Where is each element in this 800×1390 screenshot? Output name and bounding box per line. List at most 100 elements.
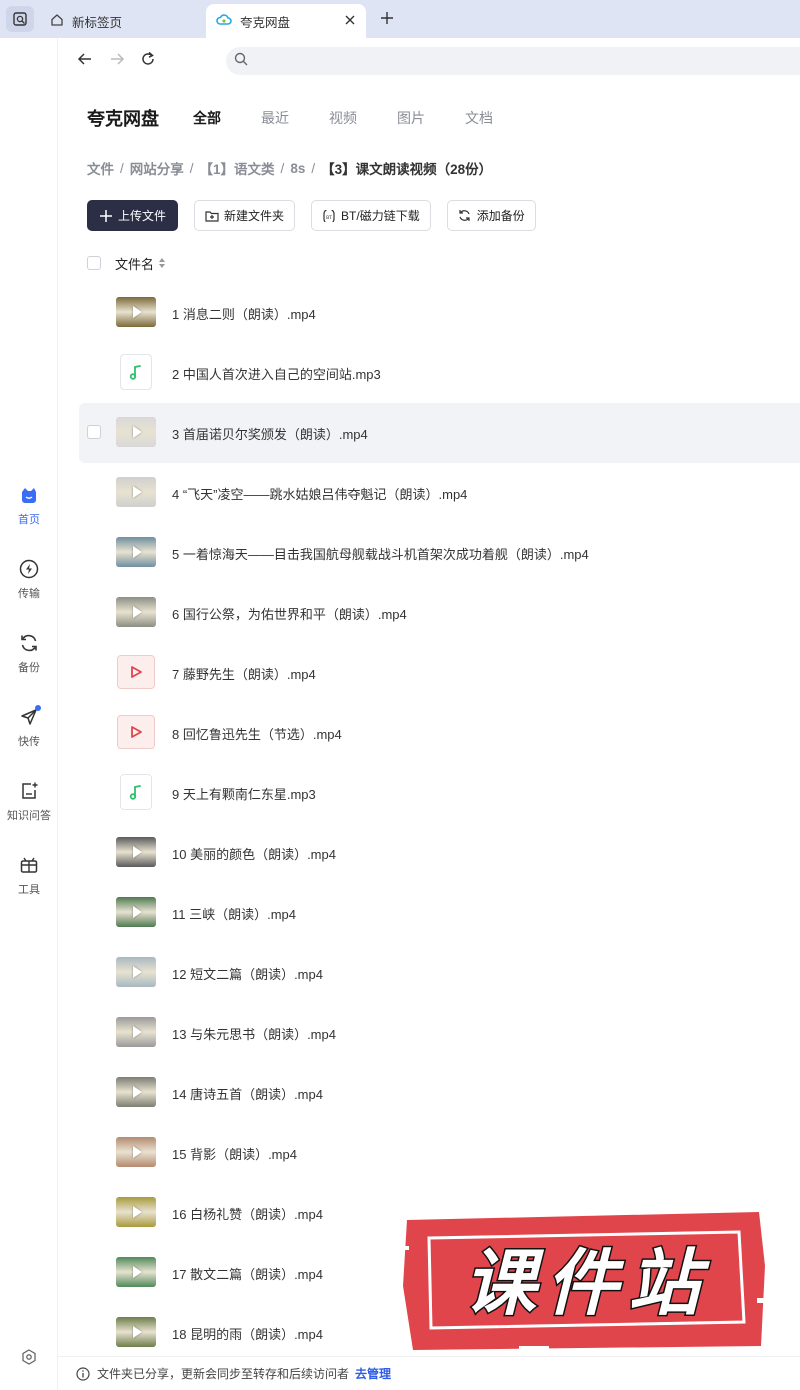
sidebar-item-label: 备份 bbox=[18, 662, 40, 674]
video-thumbnail bbox=[116, 1077, 156, 1107]
tab-image[interactable]: 图片 bbox=[397, 108, 425, 128]
file-row[interactable]: 10 美丽的颜色（朗读）.mp4 bbox=[79, 823, 800, 883]
play-icon bbox=[133, 1086, 142, 1098]
arrow-right-icon bbox=[109, 51, 125, 72]
tab-recent[interactable]: 最近 bbox=[261, 108, 289, 128]
file-row[interactable]: 4 “飞天”凌空——跳水姑娘吕伟夺魁记（朗读）.mp4 bbox=[79, 463, 800, 523]
breadcrumb-separator: / bbox=[311, 160, 316, 176]
bt-download-button[interactable]: BT BT/磁力链下载 bbox=[311, 200, 431, 231]
file-name: 13 与朱元思书（朗读）.mp4 bbox=[172, 1026, 336, 1042]
magnet-icon: BT bbox=[322, 209, 336, 223]
cloud-icon bbox=[216, 13, 232, 30]
play-icon bbox=[133, 426, 142, 438]
sidebar-item-transfer[interactable]: 传输 bbox=[0, 558, 58, 614]
sidebar-item-tools[interactable]: 工具 bbox=[0, 854, 58, 910]
file-row[interactable]: 1 消息二则（朗读）.mp4 bbox=[79, 283, 800, 343]
file-name: 12 短文二篇（朗读）.mp4 bbox=[172, 966, 323, 982]
play-icon bbox=[133, 906, 142, 918]
home-icon bbox=[50, 13, 64, 30]
add-backup-button[interactable]: 添加备份 bbox=[446, 200, 536, 231]
play-icon bbox=[133, 1206, 142, 1218]
file-row[interactable]: 8 回忆鲁迅先生（节选）.mp4 bbox=[79, 703, 800, 763]
play-icon bbox=[133, 486, 142, 498]
column-file-name[interactable]: 文件名 bbox=[115, 254, 154, 273]
file-name: 10 美丽的颜色（朗读）.mp4 bbox=[172, 846, 336, 862]
sidebar-item-qa[interactable]: 知识问答 bbox=[0, 780, 58, 836]
sidebar-item-label: 快传 bbox=[18, 736, 40, 748]
back-button[interactable] bbox=[74, 50, 96, 72]
sidebar-item-quick-send[interactable]: 快传 bbox=[0, 705, 58, 762]
file-name: 18 昆明的雨（朗读）.mp4 bbox=[172, 1326, 323, 1342]
settings-button[interactable] bbox=[19, 1348, 39, 1369]
breadcrumb-separator: / bbox=[189, 160, 194, 176]
address-bar[interactable] bbox=[226, 47, 800, 75]
file-name: 7 藤野先生（朗读）.mp4 bbox=[172, 666, 316, 682]
new-folder-button[interactable]: 新建文件夹 bbox=[194, 200, 296, 231]
tab-quark-drive[interactable]: 夸克网盘 bbox=[206, 4, 366, 38]
breadcrumb-item[interactable]: 8s bbox=[290, 161, 305, 176]
row-checkbox[interactable] bbox=[87, 425, 101, 439]
file-row[interactable]: 3 首届诺贝尔奖颁发（朗读）.mp4 bbox=[79, 403, 800, 463]
sidebar-item-label: 知识问答 bbox=[7, 810, 51, 822]
video-thumbnail bbox=[116, 1017, 156, 1047]
tab-search-icon[interactable] bbox=[6, 6, 34, 32]
video-file-icon bbox=[117, 655, 155, 689]
folder-add-icon bbox=[205, 209, 219, 223]
sidebar-item-home[interactable]: 首页 bbox=[0, 484, 58, 540]
new-tab-button[interactable] bbox=[376, 9, 398, 31]
transfer-icon bbox=[18, 558, 40, 580]
file-name: 8 回忆鲁迅先生（节选）.mp4 bbox=[172, 726, 342, 742]
share-status-bar: 文件夹已分享，更新会同步至转存和后续访问者 去管理 bbox=[58, 1356, 800, 1390]
play-icon bbox=[133, 306, 142, 318]
svg-text:BT: BT bbox=[326, 215, 332, 221]
reload-icon bbox=[140, 51, 156, 72]
tab-title: 夸克网盘 bbox=[240, 15, 291, 30]
file-row[interactable]: 9 天上有颗南仁东星.mp3 bbox=[79, 763, 800, 823]
play-icon bbox=[133, 846, 142, 858]
tab-video[interactable]: 视频 bbox=[329, 108, 357, 128]
file-name: 2 中国人首次进入自己的空间站.mp3 bbox=[172, 366, 381, 382]
app-sidebar: 首页 传输 备份 快传 知识问答 工具 bbox=[0, 38, 58, 1390]
file-row[interactable]: 11 三峡（朗读）.mp4 bbox=[79, 883, 800, 943]
play-icon bbox=[133, 546, 142, 558]
watermark-text: 课件站 bbox=[464, 1241, 710, 1325]
manage-link[interactable]: 去管理 bbox=[355, 1365, 391, 1382]
video-thumbnail bbox=[116, 1317, 156, 1347]
upload-button[interactable]: 上传文件 bbox=[87, 200, 179, 231]
tab-document[interactable]: 文档 bbox=[465, 108, 493, 128]
browser-nav-bar bbox=[58, 38, 800, 84]
file-name: 1 消息二则（朗读）.mp4 bbox=[172, 306, 316, 322]
file-row[interactable]: 7 藤野先生（朗读）.mp4 bbox=[79, 643, 800, 703]
watermark-stamp: 课件站 bbox=[399, 1206, 769, 1354]
sidebar-item-backup[interactable]: 备份 bbox=[0, 632, 58, 688]
select-all-checkbox[interactable] bbox=[87, 256, 101, 270]
play-icon bbox=[133, 1326, 142, 1338]
tab-all[interactable]: 全部 bbox=[193, 108, 221, 128]
play-icon bbox=[133, 1026, 142, 1038]
reload-button[interactable] bbox=[137, 50, 159, 72]
video-thumbnail bbox=[116, 297, 156, 327]
video-thumbnail bbox=[116, 837, 156, 867]
tab-new-tab[interactable]: 新标签页 bbox=[40, 4, 200, 38]
file-row[interactable]: 6 国行公祭，为佑世界和平（朗读）.mp4 bbox=[79, 583, 800, 643]
sort-icon[interactable] bbox=[158, 257, 166, 269]
breadcrumb-item[interactable]: 【1】语文类 bbox=[200, 158, 275, 178]
app-header: 夸克网盘 全部 最近 视频 图片 文档 bbox=[87, 104, 533, 132]
breadcrumb-item[interactable]: 网站分享 bbox=[130, 158, 184, 178]
file-row[interactable]: 15 背影（朗读）.mp4 bbox=[79, 1123, 800, 1183]
forward-button[interactable] bbox=[106, 50, 128, 72]
file-row[interactable]: 12 短文二篇（朗读）.mp4 bbox=[79, 943, 800, 1003]
file-row[interactable]: 5 一着惊海天——目击我国航母舰载战斗机首架次成功着舰（朗读）.mp4 bbox=[79, 523, 800, 583]
file-row[interactable]: 13 与朱元思书（朗读）.mp4 bbox=[79, 1003, 800, 1063]
breadcrumb-item[interactable]: 文件 bbox=[87, 158, 114, 178]
video-thumbnail bbox=[116, 957, 156, 987]
close-icon[interactable] bbox=[342, 12, 358, 28]
file-row[interactable]: 14 唐诗五首（朗读）.mp4 bbox=[79, 1063, 800, 1123]
new-folder-label: 新建文件夹 bbox=[224, 209, 285, 223]
send-icon bbox=[18, 705, 41, 728]
file-name: 14 唐诗五首（朗读）.mp4 bbox=[172, 1086, 323, 1102]
app-title: 夸克网盘 bbox=[87, 109, 159, 129]
backup-icon bbox=[458, 209, 472, 223]
plus-icon bbox=[99, 209, 113, 223]
file-row[interactable]: 2 中国人首次进入自己的空间站.mp3 bbox=[79, 343, 800, 403]
